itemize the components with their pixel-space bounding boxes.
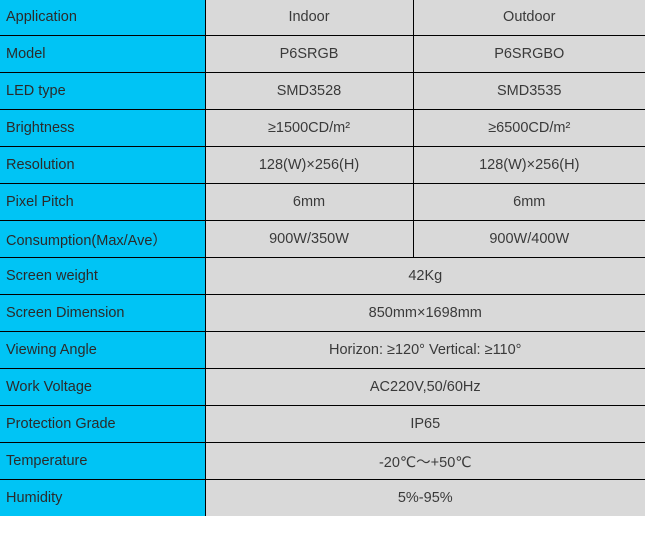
spec-label-cell: Model: [0, 35, 206, 73]
spec-value-cell-merged: 850mm×1698mm: [204, 294, 645, 332]
spec-value-cell-outdoor: 900W/400W: [412, 220, 645, 258]
table-row: Resolution 128(W)×256(H) 128(W)×256(H): [0, 146, 645, 184]
table-row: Model P6SRGB P6SRGBO: [0, 35, 645, 73]
spec-value-cell-indoor: Indoor: [204, 0, 414, 36]
spec-label-cell: LED type: [0, 72, 206, 110]
spec-label-cell: Screen weight: [0, 257, 206, 295]
table-row: Protection Grade IP65: [0, 405, 645, 443]
spec-value-cell-outdoor: Outdoor: [412, 0, 645, 36]
table-row: Work Voltage AC220V,50/60Hz: [0, 368, 645, 406]
spec-value-cell-merged: AC220V,50/60Hz: [204, 368, 645, 406]
table-row: Screen weight 42Kg: [0, 257, 645, 295]
spec-value-cell-merged: -20℃～+50℃: [204, 442, 645, 480]
spec-value-cell-outdoor: SMD3535: [412, 72, 645, 110]
table-row: Screen Dimension 850mm×1698mm: [0, 294, 645, 332]
table-row: Brightness ≥1500CD/m² ≥6500CD/m²: [0, 109, 645, 147]
led-display-specification-table: Application Indoor Outdoor Model P6SRGB P6SRG…: [0, 0, 645, 516]
spec-label-cell: Work Voltage: [0, 368, 206, 406]
spec-value-cell-outdoor: 6mm: [412, 183, 645, 221]
spec-value-cell-indoor: 128(W)×256(H): [204, 146, 414, 184]
spec-label-cell: Resolution: [0, 146, 206, 184]
spec-label-cell: Consumption(Max/Ave）: [0, 220, 206, 258]
spec-label-cell: Protection Grade: [0, 405, 206, 443]
table-row: Application Indoor Outdoor: [0, 0, 645, 36]
spec-label-cell: Brightness: [0, 109, 206, 147]
spec-value-cell-outdoor: ≥6500CD/m²: [412, 109, 645, 147]
table-row: Humidity 5%-95%: [0, 479, 645, 516]
spec-value-cell-outdoor: 128(W)×256(H): [412, 146, 645, 184]
table-row: LED type SMD3528 SMD3535: [0, 72, 645, 110]
spec-value-cell-indoor: 900W/350W: [204, 220, 414, 258]
table-row: Consumption(Max/Ave） 900W/350W 900W/400W: [0, 220, 645, 258]
spec-value-cell-merged: 5%-95%: [204, 479, 645, 516]
spec-label-cell: Humidity: [0, 479, 206, 516]
spec-label-cell: Screen Dimension: [0, 294, 206, 332]
spec-value-cell-indoor: ≥1500CD/m²: [204, 109, 414, 147]
table-row: Pixel Pitch 6mm 6mm: [0, 183, 645, 221]
spec-label-cell: Viewing Angle: [0, 331, 206, 369]
spec-label-cell: Application: [0, 0, 206, 36]
spec-value-cell-indoor: P6SRGB: [204, 35, 414, 73]
spec-value-cell-merged: 42Kg: [204, 257, 645, 295]
spec-table-body: Application Indoor Outdoor Model P6SRGB P6SRG…: [0, 0, 645, 516]
spec-value-cell-merged: Horizon: ≥120° Vertical: ≥110°: [204, 331, 645, 369]
spec-value-cell-indoor: 6mm: [204, 183, 414, 221]
spec-label-cell: Pixel Pitch: [0, 183, 206, 221]
spec-value-cell-merged: IP65: [204, 405, 645, 443]
spec-label-cell: Temperature: [0, 442, 206, 480]
spec-value-cell-indoor: SMD3528: [204, 72, 414, 110]
table-row: Viewing Angle Horizon: ≥120° Vertical: ≥1…: [0, 331, 645, 369]
spec-value-cell-outdoor: P6SRGBO: [412, 35, 645, 73]
table-row: Temperature -20℃～+50℃: [0, 442, 645, 480]
